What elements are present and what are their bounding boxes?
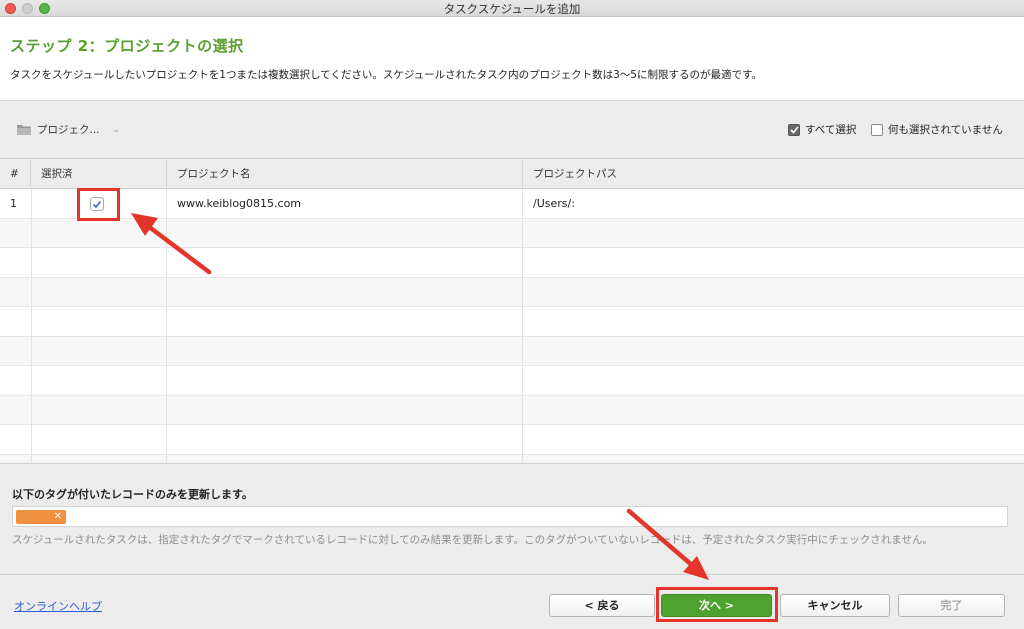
table-toolbar: プロジェク... ⌄ すべて選択 何も選択されていません xyxy=(0,101,1024,159)
checkbox-checked-icon xyxy=(788,123,800,136)
column-header-selected[interactable]: 選択済 xyxy=(31,160,167,189)
row-project-path: /Users/: xyxy=(533,197,575,210)
select-all-checkbox[interactable]: すべて選択 xyxy=(788,122,856,137)
table-row[interactable]: 1 www.keiblog0815.com /Users/: xyxy=(0,189,1024,219)
empty-row xyxy=(0,366,1024,396)
dialog-footer: オンラインヘルプ < 戻る 次へ > キャンセル 完了 xyxy=(0,576,1024,629)
column-divider xyxy=(166,189,167,462)
folder-icon xyxy=(16,123,32,136)
project-table: # 選択済 プロジェクト名 プロジェクトパス 1 www.keiblog0815… xyxy=(0,160,1024,462)
column-divider xyxy=(522,189,523,462)
column-header-project-path[interactable]: プロジェクトパス xyxy=(523,160,1024,189)
empty-row xyxy=(0,277,1024,307)
tag-filter-section: 以下のタグが付いたレコードのみを更新します。 ✕ スケジュールされたタスクは、指… xyxy=(0,463,1024,575)
tag-input-field[interactable]: ✕ xyxy=(12,506,1008,527)
done-button[interactable]: 完了 xyxy=(898,594,1005,617)
step-header: ステップ 2：プロジェクトの選択 タスクをスケジュールしたいプロジェクトを1つま… xyxy=(0,17,1024,101)
title-bar: タスクスケジュールを追加 xyxy=(0,0,1024,17)
chevron-down-icon: ⌄ xyxy=(112,124,121,135)
online-help-link[interactable]: オンラインヘルプ xyxy=(14,598,102,614)
tag-filter-description: スケジュールされたタスクは、指定されたタグでマークされているレコードに対してのみ… xyxy=(12,534,933,546)
empty-row xyxy=(0,248,1024,278)
annotation-highlight-box xyxy=(656,587,778,622)
project-dropdown-label: プロジェク... xyxy=(37,124,100,136)
empty-row xyxy=(0,425,1024,455)
column-divider xyxy=(31,189,32,462)
empty-row xyxy=(0,395,1024,425)
select-none-label: 何も選択されていません xyxy=(888,124,1003,136)
tag-chip[interactable]: ✕ xyxy=(16,510,66,524)
row-index: 1 xyxy=(10,197,17,210)
row-project-name: www.keiblog0815.com xyxy=(177,197,302,210)
step-description: タスクをスケジュールしたいプロジェクトを1つまたは複数選択してください。スケジュ… xyxy=(10,69,762,81)
empty-row xyxy=(0,218,1024,248)
column-header-index[interactable]: # xyxy=(0,160,31,189)
annotation-highlight-box xyxy=(77,188,120,221)
checkbox-unchecked-icon xyxy=(871,123,883,136)
back-button[interactable]: < 戻る xyxy=(549,594,655,617)
cancel-button[interactable]: キャンセル xyxy=(780,594,890,617)
select-none-checkbox[interactable]: 何も選択されていません xyxy=(871,122,1003,137)
empty-row xyxy=(0,336,1024,366)
window-title: タスクスケジュールを追加 xyxy=(443,2,581,16)
select-all-label: すべて選択 xyxy=(805,124,857,136)
empty-row xyxy=(0,307,1024,337)
tag-remove-icon[interactable]: ✕ xyxy=(54,511,62,522)
tag-filter-title: 以下のタグが付いたレコードのみを更新します。 xyxy=(12,488,253,501)
column-header-project-name[interactable]: プロジェクト名 xyxy=(167,160,523,189)
empty-row xyxy=(0,454,1024,462)
table-header: # 選択済 プロジェクト名 プロジェクトパス xyxy=(0,160,1024,189)
project-dropdown[interactable]: プロジェク... ⌄ xyxy=(16,122,120,137)
step-title: ステップ 2：プロジェクトの選択 xyxy=(10,37,244,55)
